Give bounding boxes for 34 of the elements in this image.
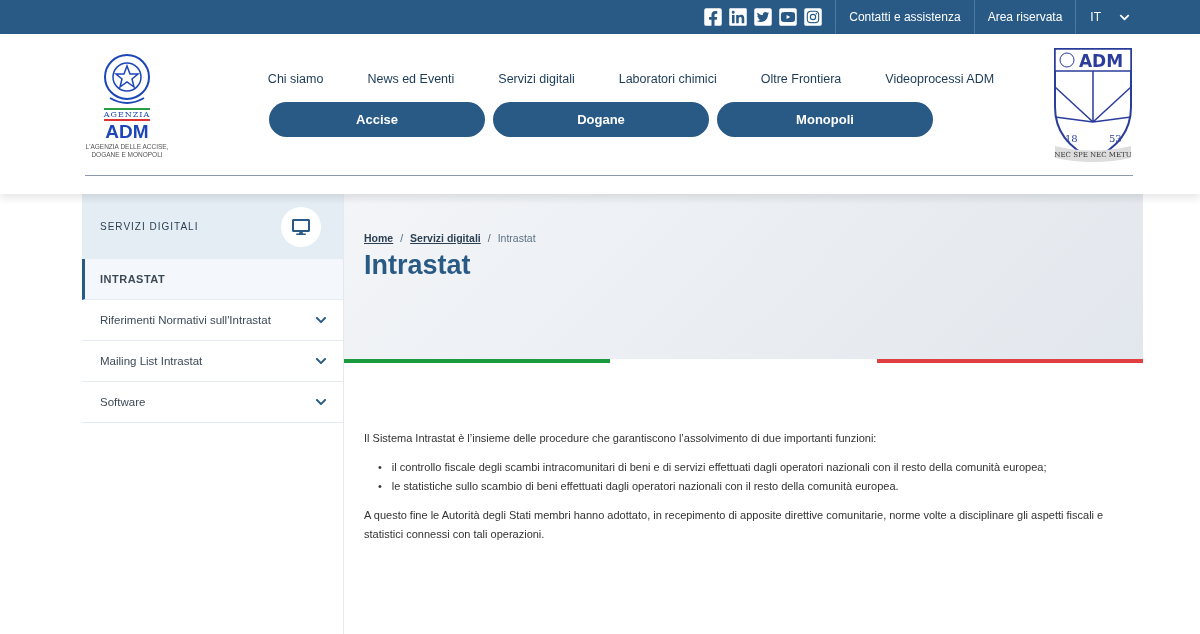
sidebar-item[interactable]: INTRASTAT xyxy=(82,259,343,300)
breadcrumb-current: Intrastat xyxy=(497,232,536,244)
bullet-marker: • xyxy=(378,460,382,475)
instagram-icon[interactable] xyxy=(803,7,824,27)
nav-link[interactable]: Chi siamo xyxy=(267,72,324,86)
body-paragraph: A questo fine le Autorità degli Stati membri hanno adottato, in recepimento di apposite direttive comunitarie, norme volte a disciplinare gli aspetti fiscali e statistici connessi con tali operazioni. xyxy=(364,508,1105,542)
top-link[interactable]: Contatti e assistenza xyxy=(835,0,974,34)
nav-link[interactable]: Oltre Frontiera xyxy=(760,72,842,86)
section-button[interactable]: Monopoli xyxy=(717,102,933,137)
breadcrumb-link[interactable]: Servizi digitali xyxy=(410,232,481,244)
section-button[interactable]: Accise xyxy=(269,102,485,137)
logo-name: ADM xyxy=(105,121,149,143)
twitter-icon[interactable] xyxy=(753,7,774,27)
breadcrumb-separator: / xyxy=(487,232,491,244)
bullet-item: le statistiche sullo scambio di beni effettuati dagli operatori nazionali con il resto della comunità europea. xyxy=(391,479,899,494)
breadcrumb-separator: / xyxy=(400,232,404,244)
language-selector[interactable]: IT xyxy=(1075,0,1130,34)
nav-link[interactable]: Videoprocessi ADM xyxy=(885,72,995,86)
logo-top-text: AGENZIA xyxy=(103,108,151,121)
nav-link[interactable]: Servizi digitali xyxy=(498,72,575,86)
bullet-marker: • xyxy=(378,479,382,494)
section-button[interactable]: Dogane xyxy=(493,102,709,137)
youtube-icon[interactable] xyxy=(778,7,799,27)
linkedin-icon[interactable] xyxy=(728,7,749,27)
top-link[interactable]: Area riservata xyxy=(973,0,1076,34)
sidebar-title: SERVIZI DIGITALI xyxy=(100,221,199,232)
facebook-icon[interactable] xyxy=(703,7,724,27)
intro-paragraph: Il Sistema Intrastat è l’insieme delle procedure che garantiscono l’assolvimento di due importanti funzioni: xyxy=(364,431,878,446)
page-title: Intrastat xyxy=(364,250,472,281)
nav-link[interactable]: News ed Eventi xyxy=(367,72,455,86)
bullet-item: il controllo fiscale degli scambi intracomunitari di beni e di servizi effettuati dagli operatori nazionali con il resto della comunità europea; xyxy=(391,460,1047,475)
breadcrumb-link[interactable]: Home xyxy=(364,232,394,244)
nav-link[interactable]: Laboratori chimici xyxy=(618,72,717,86)
monitor-icon xyxy=(281,206,321,247)
